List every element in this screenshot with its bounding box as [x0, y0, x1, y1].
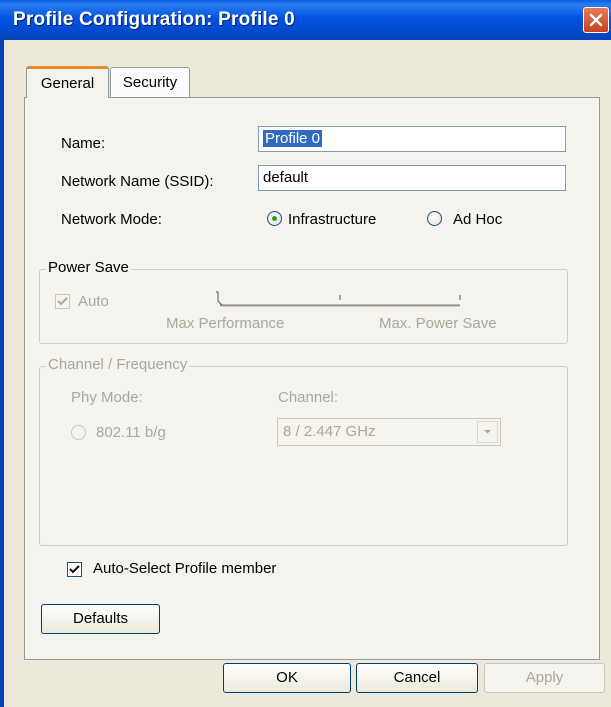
phy-mode-option-label: 802.11 b/g [96, 424, 166, 441]
adhoc-label[interactable]: Ad Hoc [453, 211, 502, 228]
channel-select-value: 8 / 2.447 GHz [283, 423, 376, 440]
profile-configuration-dialog: Profile Configuration: Profile 0 General… [0, 0, 611, 707]
ssid-input-value: default [263, 169, 309, 186]
channel-select[interactable]: 8 / 2.447 GHz [277, 418, 501, 446]
apply-button[interactable]: Apply [484, 663, 605, 693]
auto-select-label[interactable]: Auto-Select Profile member [93, 560, 276, 577]
channel-frequency-title: Channel / Frequency [46, 356, 190, 373]
power-save-title: Power Save [46, 259, 131, 276]
window-title: Profile Configuration: Profile 0 [13, 9, 295, 30]
chevron-down-icon [484, 430, 491, 434]
channel-label: Channel: [278, 389, 339, 406]
channel-frequency-group: Channel / Frequency Phy Mode: 802.11 b/g… [39, 356, 568, 546]
power-save-group: Power Save Auto Max Performance Max. Pow… [39, 259, 568, 344]
phy-mode-label: Phy Mode: [71, 389, 143, 406]
tab-security[interactable]: Security [110, 67, 190, 98]
window-border [0, 40, 4, 707]
slider-max-label: Max. Power Save [379, 315, 497, 332]
infrastructure-radio[interactable] [267, 211, 282, 226]
checkmark-icon [69, 565, 80, 574]
general-tab-panel: Name: Profile 0 Network Name (SSID): def… [24, 97, 600, 660]
infrastructure-label[interactable]: Infrastructure [288, 211, 376, 228]
cancel-button[interactable]: Cancel [356, 663, 478, 693]
phy-mode-radio[interactable] [71, 425, 86, 440]
network-mode-label: Network Mode: [61, 211, 162, 228]
tab-security-label: Security [122, 74, 178, 91]
name-input[interactable]: Profile 0 [258, 126, 566, 152]
adhoc-radio[interactable] [427, 211, 442, 226]
power-save-slider[interactable] [200, 283, 500, 313]
slider-min-label: Max Performance [166, 315, 285, 332]
ssid-label: Network Name (SSID): [61, 173, 214, 190]
close-button[interactable] [583, 7, 609, 33]
dropdown-arrow-button[interactable] [477, 421, 498, 443]
checkmark-icon [57, 297, 68, 306]
name-label: Name: [61, 135, 106, 152]
close-icon [589, 13, 603, 27]
tab-general[interactable]: General [26, 66, 109, 98]
tab-general-label: General [40, 75, 95, 92]
name-input-value: Profile 0 [263, 130, 323, 147]
title-bar[interactable]: Profile Configuration: Profile 0 [0, 0, 611, 40]
defaults-button[interactable]: Defaults [41, 604, 160, 634]
auto-label: Auto [78, 293, 109, 310]
ssid-input[interactable]: default [258, 165, 566, 191]
auto-select-checkbox[interactable] [67, 562, 82, 577]
auto-checkbox[interactable] [55, 294, 70, 309]
ok-button[interactable]: OK [223, 663, 351, 693]
